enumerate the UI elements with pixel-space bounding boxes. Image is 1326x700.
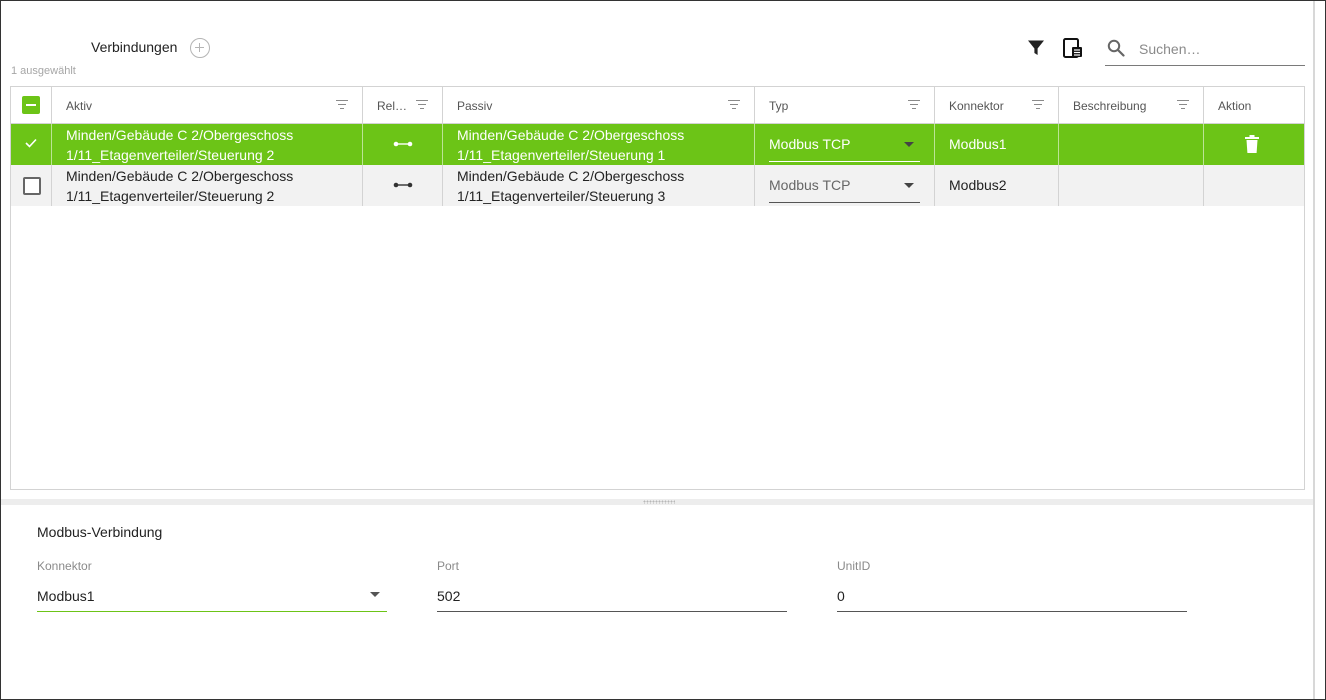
- resize-grip-icon[interactable]: [643, 500, 675, 504]
- cell-aktiv[interactable]: Minden/Gebäude C 2/Obergeschoss 1/11_Eta…: [52, 165, 363, 206]
- cell-relation[interactable]: [363, 124, 443, 165]
- column-label: Typ: [769, 99, 789, 113]
- passiv-text: Minden/Gebäude C 2/Obergeschoss 1/11_Eta…: [457, 168, 685, 204]
- column-filter-icon[interactable]: [908, 100, 920, 110]
- cell-typ[interactable]: Modbus TCP: [755, 124, 935, 165]
- filter-icon[interactable]: [1027, 39, 1045, 57]
- checkmark-icon[interactable]: [25, 138, 37, 148]
- chevron-down-icon: [904, 142, 914, 147]
- section-title: Modbus-Verbindung: [37, 524, 163, 540]
- vertical-scrollbar-track[interactable]: [1313, 1, 1315, 699]
- cell-aktiv[interactable]: Minden/Gebäude C 2/Obergeschoss 1/11_Eta…: [52, 124, 363, 165]
- chevron-down-icon: [904, 183, 914, 188]
- column-filter-icon[interactable]: [1177, 100, 1189, 110]
- row-select-cell[interactable]: [11, 124, 52, 165]
- cell-konnektor[interactable]: Modbus2: [935, 165, 1059, 206]
- konnektor-field-value: Modbus1: [37, 588, 95, 604]
- port-field-value: 502: [437, 588, 461, 604]
- aktiv-text: Minden/Gebäude C 2/Obergeschoss 1/11_Eta…: [66, 168, 294, 204]
- konnektor-value: Modbus1: [949, 136, 1007, 152]
- column-header-relation[interactable]: Rel…: [363, 87, 443, 123]
- connections-grid: Aktiv Rel… Passiv Typ Konnektor Beschrei…: [10, 86, 1305, 490]
- aktiv-text: Minden/Gebäude C 2/Obergeschoss 1/11_Eta…: [66, 127, 294, 163]
- column-label: Aktion: [1218, 99, 1252, 113]
- header-select-cell: [11, 87, 52, 123]
- add-connection-button[interactable]: [190, 38, 210, 58]
- column-header-konnektor[interactable]: Konnektor: [935, 87, 1059, 123]
- konnektor-label: Konnektor: [37, 559, 92, 573]
- chevron-down-icon: [370, 592, 380, 597]
- unitid-label: UnitID: [837, 559, 871, 573]
- column-header-typ[interactable]: Typ: [755, 87, 935, 123]
- page-title: Verbindungen: [91, 39, 178, 55]
- cell-typ[interactable]: Modbus TCP: [755, 165, 935, 206]
- cell-beschreibung[interactable]: [1059, 165, 1204, 206]
- column-chooser-icon[interactable]: [1062, 37, 1084, 59]
- selection-count: 1 ausgewählt: [11, 65, 76, 77]
- column-label: Aktiv: [66, 99, 93, 113]
- table-row[interactable]: Minden/Gebäude C 2/Obergeschoss 1/11_Eta…: [11, 165, 1304, 206]
- column-filter-icon[interactable]: [416, 100, 428, 110]
- port-label: Port: [437, 559, 460, 573]
- column-header-aktiv[interactable]: Aktiv: [52, 87, 363, 123]
- typ-value: Modbus TCP: [769, 177, 851, 193]
- konnektor-value: Modbus2: [949, 177, 1007, 193]
- panel-splitter[interactable]: [1, 499, 1313, 505]
- column-label: Rel…: [377, 99, 408, 113]
- column-header-beschreibung[interactable]: Beschreibung: [1059, 87, 1204, 123]
- column-header-aktion: Aktion: [1204, 87, 1304, 123]
- row-select-cell[interactable]: [11, 165, 52, 206]
- search-icon: [1107, 39, 1125, 57]
- unitid-field-value: 0: [837, 588, 845, 604]
- grid-header-row: Aktiv Rel… Passiv Typ Konnektor Beschrei…: [11, 87, 1304, 124]
- cell-beschreibung[interactable]: [1059, 124, 1204, 165]
- select-all-checkbox[interactable]: [22, 96, 40, 114]
- cell-aktion: [1204, 165, 1304, 206]
- cell-relation[interactable]: [363, 165, 443, 206]
- typ-value: Modbus TCP: [769, 136, 851, 152]
- search-box[interactable]: [1105, 35, 1305, 66]
- relation-icon: [393, 141, 413, 147]
- column-header-passiv[interactable]: Passiv: [443, 87, 755, 123]
- cell-passiv[interactable]: Minden/Gebäude C 2/Obergeschoss 1/11_Eta…: [443, 165, 755, 206]
- unitid-field[interactable]: 0: [837, 583, 1187, 612]
- search-input[interactable]: [1139, 38, 1299, 60]
- column-label: Passiv: [457, 99, 493, 113]
- port-field[interactable]: 502: [437, 583, 787, 612]
- passiv-text: Minden/Gebäude C 2/Obergeschoss 1/11_Eta…: [457, 127, 685, 163]
- cell-passiv[interactable]: Minden/Gebäude C 2/Obergeschoss 1/11_Eta…: [443, 124, 755, 165]
- column-filter-icon[interactable]: [1032, 100, 1044, 110]
- table-row-selected[interactable]: Minden/Gebäude C 2/Obergeschoss 1/11_Eta…: [11, 124, 1304, 165]
- konnektor-select[interactable]: Modbus1: [37, 583, 387, 612]
- cell-aktion: [1204, 124, 1304, 165]
- column-label: Beschreibung: [1073, 99, 1147, 113]
- column-filter-icon[interactable]: [728, 100, 740, 110]
- column-label: Konnektor: [949, 99, 1004, 113]
- cell-konnektor[interactable]: Modbus1: [935, 124, 1059, 165]
- relation-icon: [393, 182, 413, 188]
- trash-icon[interactable]: [1245, 135, 1259, 153]
- typ-select[interactable]: Modbus TCP: [769, 135, 920, 162]
- checkbox-icon[interactable]: [23, 177, 41, 195]
- column-filter-icon[interactable]: [336, 100, 348, 110]
- typ-select[interactable]: Modbus TCP: [769, 176, 920, 203]
